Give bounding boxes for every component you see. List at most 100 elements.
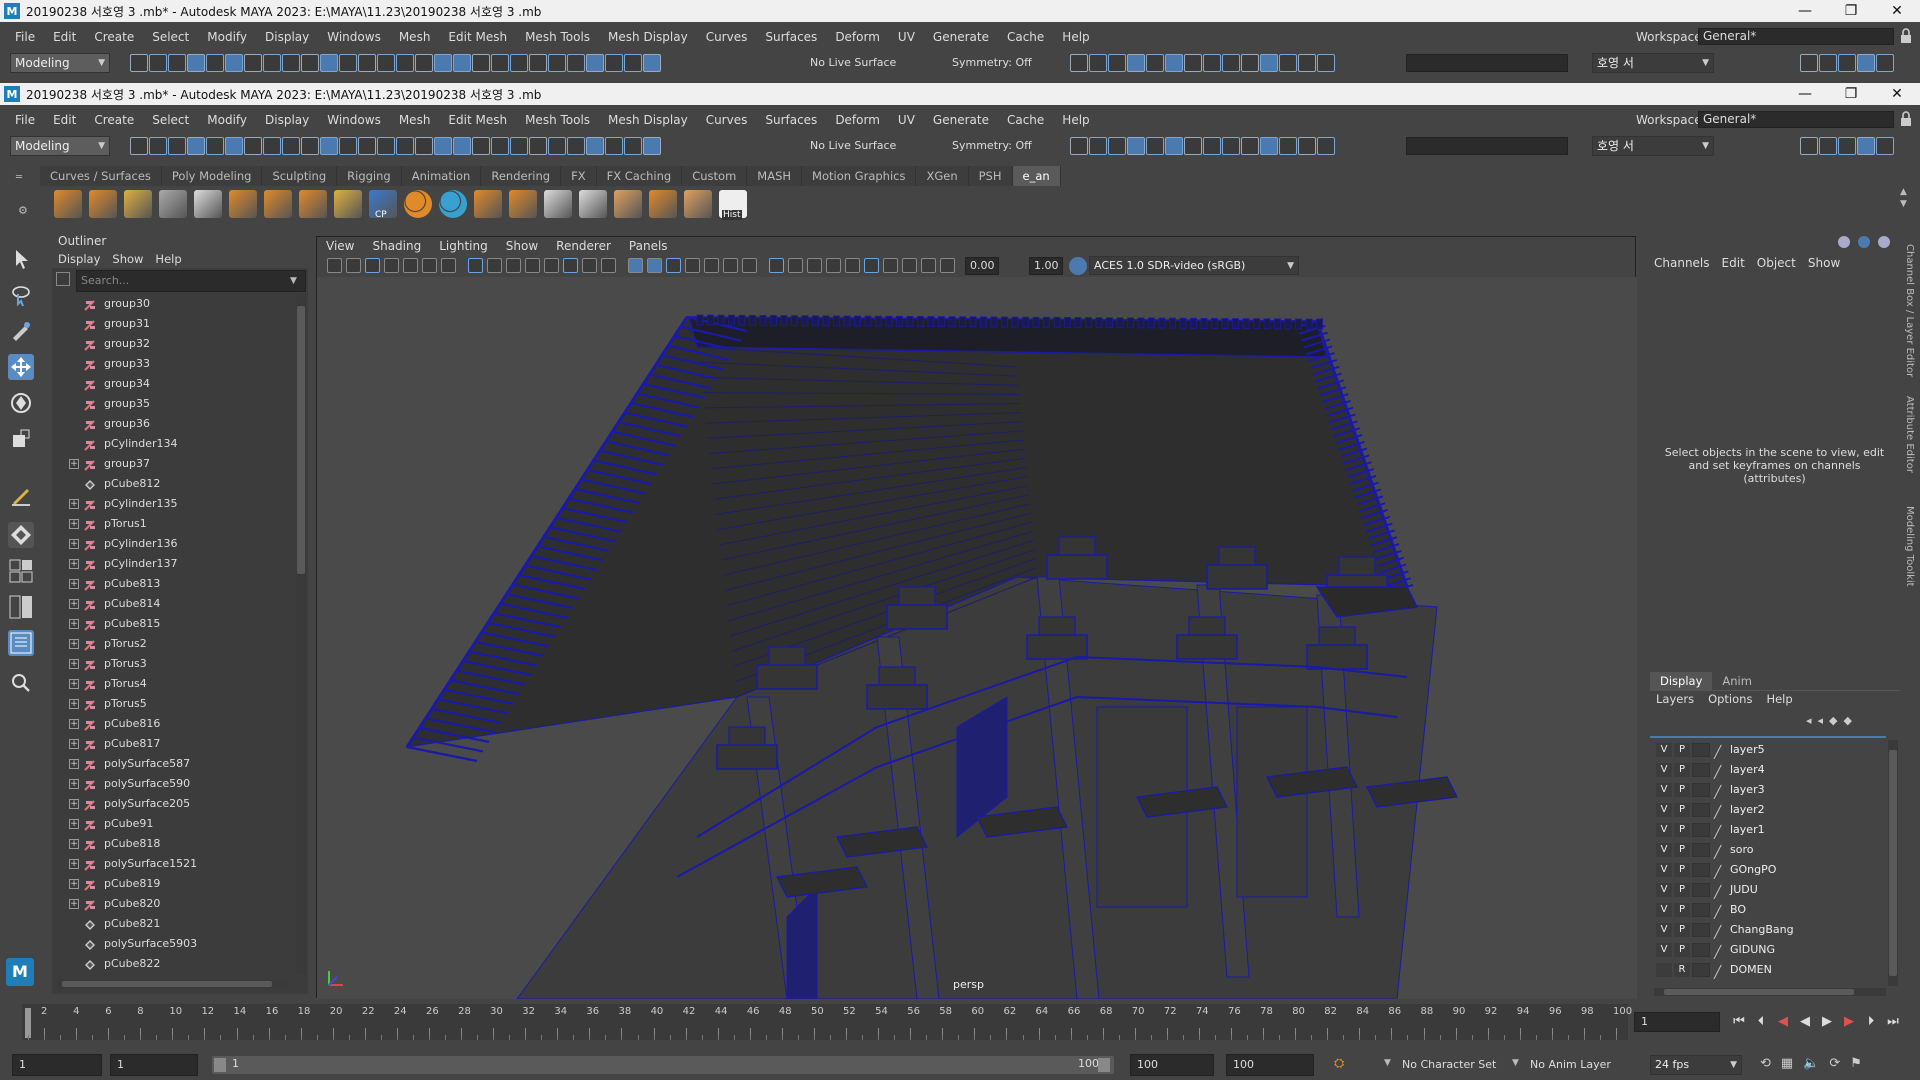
channel-settings-icon[interactable] [1858,236,1870,248]
outliner-item[interactable]: + pCube818 [52,834,292,854]
viewport-tool-23-icon[interactable] [769,258,784,273]
layer-row[interactable]: R ╱ DOMEN [1650,960,1886,980]
layer-visibility-toggle[interactable]: V [1656,903,1672,917]
viewport-tool-11-icon[interactable] [525,258,540,273]
menu-uv[interactable]: UV [889,30,924,44]
render-tool-10-icon[interactable] [1241,54,1259,72]
statusline-tool-6-icon[interactable] [225,54,243,72]
shelf-grid-icon[interactable] [159,190,187,218]
statusline-tool-9-icon[interactable] [282,137,300,155]
statusline-tool-19-icon[interactable] [472,137,490,155]
render-tool-2-icon[interactable] [1089,54,1107,72]
layer-name[interactable]: GOngPO [1730,860,1776,880]
shelf-tab-rigging[interactable]: Rigging [337,166,402,186]
shelf-merge-icon[interactable] [299,190,327,218]
shelf-cone-icon[interactable] [614,190,642,218]
gamma-field[interactable]: 1.00 [1029,257,1063,275]
statusline-tool-28-icon[interactable] [643,137,661,155]
outliner-item[interactable]: + polySurface587 [52,754,292,774]
viewport-tool-6-icon[interactable] [422,258,437,273]
mode-dropdown[interactable]: Modeling ▼ [10,53,110,73]
play-forward-icon[interactable]: ▶ [1818,1013,1836,1031]
viewport-menu-renderer[interactable]: Renderer [547,237,620,255]
viewport-menu-lighting[interactable]: Lighting [430,237,497,255]
layer-name[interactable]: soro [1730,840,1753,860]
outliner-item[interactable]: + pCube817 [52,734,292,754]
menu-select[interactable]: Select [143,30,198,44]
viewport-tool-24-icon[interactable] [788,258,803,273]
render-tool-5-icon[interactable] [1146,137,1164,155]
outliner-item[interactable]: + pCylinder136 [52,534,292,554]
statusline-tool-5-icon[interactable] [206,54,224,72]
statusline-tool-28-icon[interactable] [643,54,661,72]
shelf-brush-icon[interactable] [544,190,572,218]
layer-name[interactable]: layer1 [1730,820,1765,840]
panel-toggle-1-icon[interactable] [1800,54,1818,72]
viewport-tool-4-icon[interactable] [384,258,399,273]
layer-row[interactable]: V P ╱ layer1 [1650,820,1886,840]
menu-create[interactable]: Create [85,113,143,127]
layer-name[interactable]: JUDU [1730,880,1758,900]
menu-help[interactable]: Help [1053,30,1098,44]
search-icon[interactable] [8,670,34,696]
shelf-tab-motion-graphics[interactable]: Motion Graphics [802,166,917,186]
layer-tab-display[interactable]: Display [1650,672,1713,690]
shelf-pencil-icon[interactable] [194,190,222,218]
viewport-tool-25-icon[interactable] [807,258,822,273]
expand-icon[interactable]: + [69,859,79,869]
shelf-bridge-icon[interactable] [264,190,292,218]
outliner-item[interactable]: + polySurface1521 [52,854,292,874]
shelf-poly-cube-icon[interactable] [89,190,117,218]
statusline-tool-18-icon[interactable] [453,54,471,72]
statusline-tool-15-icon[interactable] [396,137,414,155]
statusline-tool-5-icon[interactable] [206,137,224,155]
outliner-item[interactable]: group33 [52,354,292,374]
shelf-tab-psh[interactable]: PSH [968,166,1013,186]
render-tool-12-icon[interactable] [1279,54,1297,72]
outliner-item[interactable]: group36 [52,414,292,434]
shelf-tab-xgen[interactable]: XGen [916,166,969,186]
layer-playback-toggle[interactable]: P [1674,823,1690,837]
anim-layer-label[interactable]: No Anim Layer [1530,1058,1611,1071]
panel-toggle-5-icon[interactable] [1876,137,1894,155]
move-tool-icon[interactable] [8,354,34,380]
layer-visibility-toggle[interactable]: V [1656,843,1672,857]
menu-edit[interactable]: Edit [44,113,85,127]
layer-visibility-toggle[interactable] [1656,963,1672,977]
shelf-tab-sculpting[interactable]: Sculpting [262,166,338,186]
expand-icon[interactable]: + [69,499,79,509]
menu-windows[interactable]: Windows [318,113,390,127]
outliner-item[interactable]: pCube822 [52,954,292,974]
viewport-tool-31-icon[interactable] [921,258,936,273]
statusline-tool-17-icon[interactable] [434,54,452,72]
layer-hscroll[interactable] [1654,988,1886,996]
panel-toggle-1-icon[interactable] [1800,137,1818,155]
side-tab-attribute-editor[interactable]: Attribute Editor [1904,396,1915,473]
menu-display[interactable]: Display [256,30,318,44]
layer-row[interactable]: V P ╱ layer3 [1650,780,1886,800]
menu-surfaces[interactable]: Surfaces [756,30,826,44]
layer-row[interactable]: V P ╱ layer2 [1650,800,1886,820]
expand-icon[interactable]: + [69,779,79,789]
statusline-tool-13-icon[interactable] [358,54,376,72]
color-management-icon[interactable] [1069,257,1087,275]
statusline-tool-11-icon[interactable] [320,54,338,72]
shelf-tab-custom[interactable]: Custom [682,166,748,186]
expand-icon[interactable]: + [69,879,79,889]
character-set-label[interactable]: No Character Set [1402,1058,1496,1071]
viewport-tool-27-icon[interactable] [845,258,860,273]
layer-visibility-toggle[interactable]: V [1656,923,1672,937]
live-surface-label[interactable]: No Live Surface [810,139,896,152]
outliner-item[interactable]: + pTorus2 [52,634,292,654]
filter-icon[interactable] [56,272,70,286]
layer-visibility-toggle[interactable]: V [1656,943,1672,957]
layer-color-swatch[interactable] [1692,823,1710,837]
outliner-menu-show[interactable]: Show [106,250,149,268]
render-tool-5-icon[interactable] [1146,54,1164,72]
step-forward-frame-icon[interactable]: ▶ [1840,1013,1858,1031]
layer-visibility-toggle[interactable]: V [1656,803,1672,817]
lasso-tool-icon[interactable] [8,282,34,308]
layer-row[interactable]: V P ╱ layer4 [1650,760,1886,780]
panel-toggle-4-icon[interactable] [1857,54,1875,72]
layer-playback-toggle[interactable]: P [1674,843,1690,857]
